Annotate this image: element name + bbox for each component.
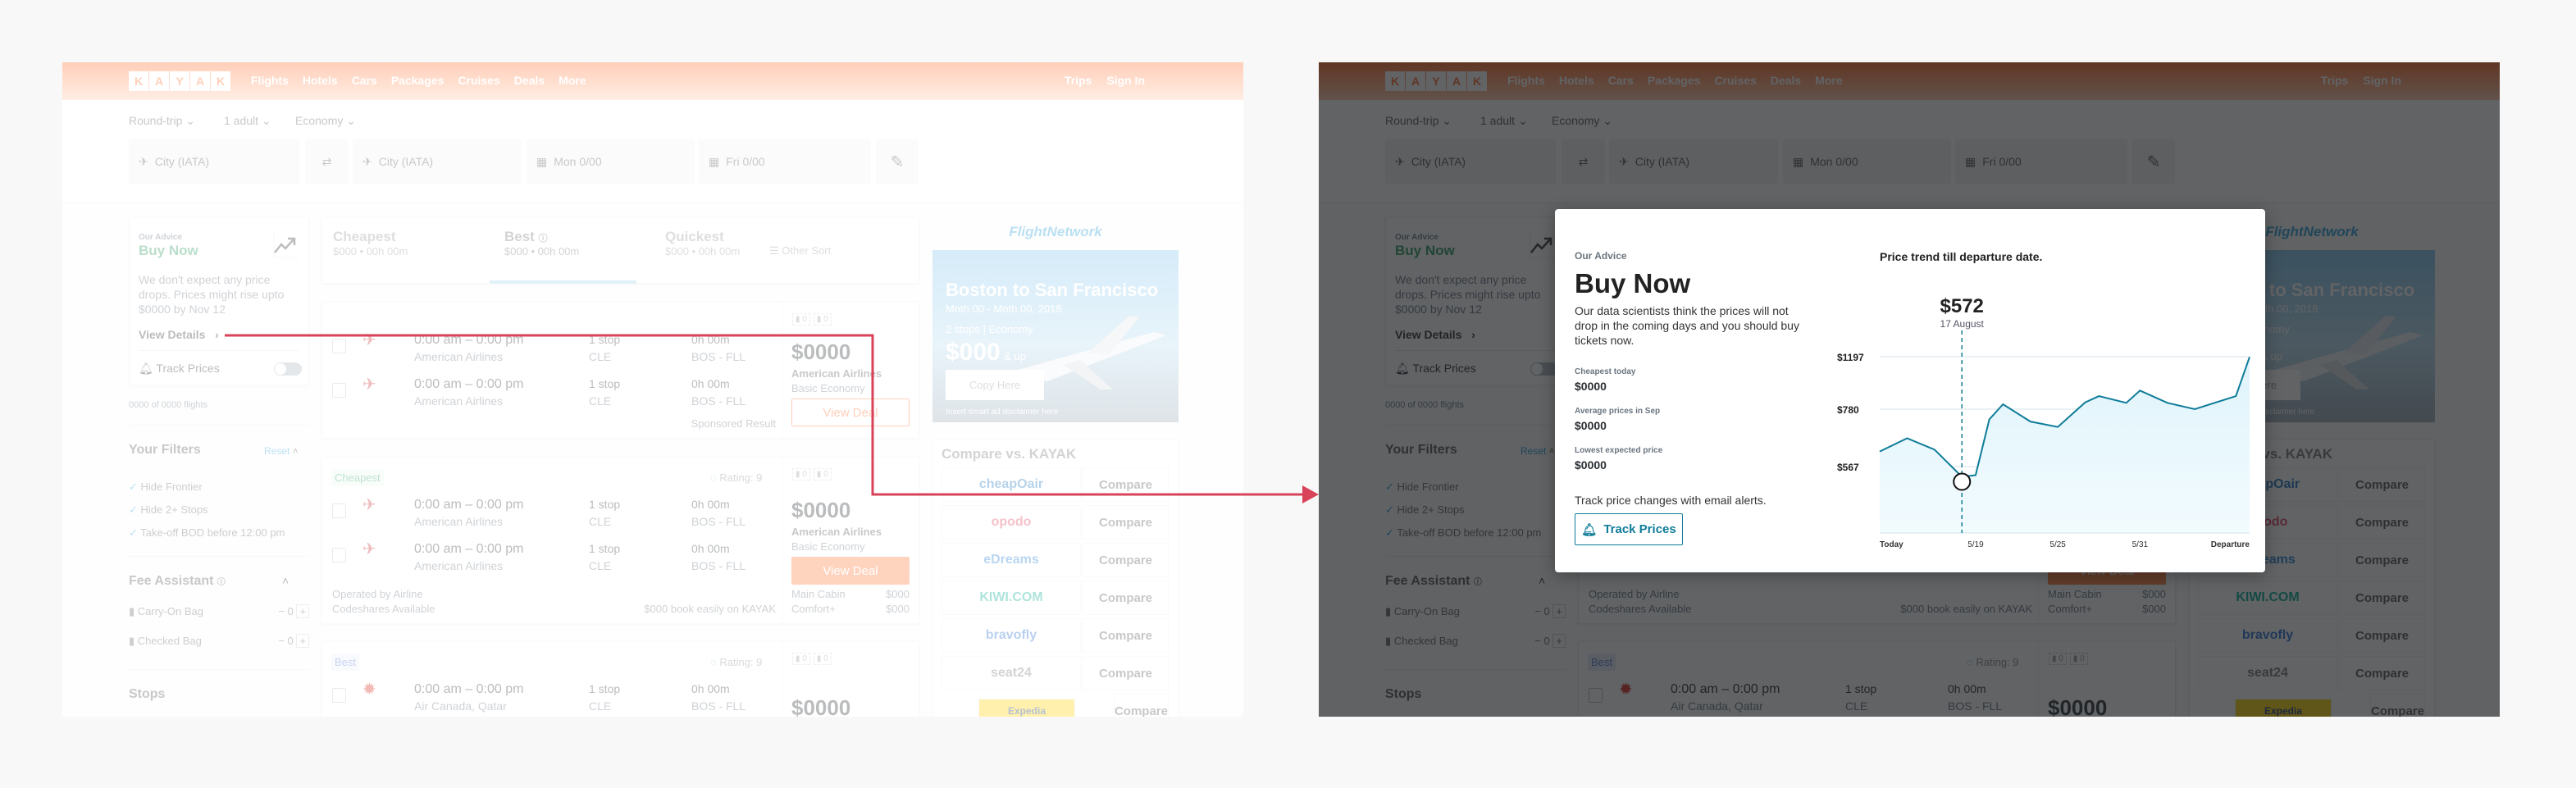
y-tick-label: $1197 [1837, 352, 1864, 363]
arrow-line [225, 334, 1304, 496]
price-advice-modal: Our Advice Buy Now Our data scientists t… [1555, 209, 2265, 572]
highlight-price: $572 [1940, 295, 1984, 317]
price-area [1880, 357, 2250, 533]
x-tick-label: Departure [2211, 540, 2250, 549]
highlight-marker [1953, 472, 1972, 491]
x-tick-label: Today [1880, 540, 1904, 549]
y-tick-label: $780 [1837, 404, 1859, 416]
x-tick-label: 5/19 [1967, 540, 1984, 549]
y-tick-label: $567 [1837, 462, 1859, 473]
x-tick-label: 5/25 [2049, 540, 2066, 549]
arrowhead-icon [1302, 485, 1319, 503]
highlight-date: 17 August [1940, 318, 1985, 330]
price-trend-chart: $567 $780 $1197 Today 5/19 5/25 5/31 Departure $… [1837, 295, 2250, 549]
x-tick-label: 5/31 [2132, 540, 2149, 549]
